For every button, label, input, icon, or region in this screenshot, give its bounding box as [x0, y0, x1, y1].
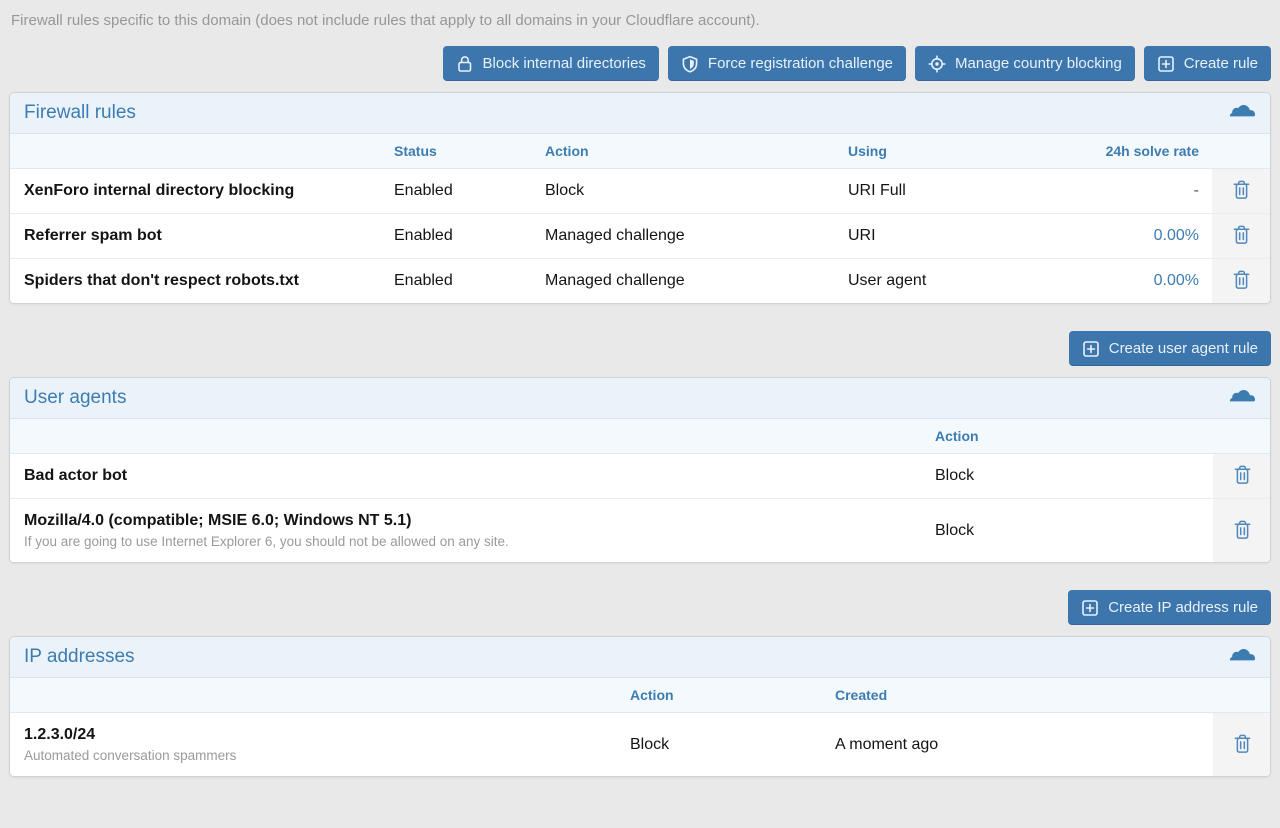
column-header-using: Using	[838, 134, 1038, 169]
plus-square-icon	[1082, 340, 1100, 358]
create-ip-address-rule-button[interactable]: Create IP address rule	[1068, 590, 1271, 625]
trash-icon	[1233, 733, 1252, 757]
delete-ip-address-button[interactable]	[1229, 729, 1256, 761]
cloudflare-cloud-icon	[1229, 388, 1256, 408]
firewall-rules-title: Firewall rules	[24, 102, 136, 124]
ip-addresses-panel: IP addresses Action Created 1.2.3.0/24 A…	[9, 636, 1271, 777]
lock-icon	[456, 55, 474, 73]
rule-action: Managed challenge	[535, 259, 838, 304]
user-agents-table: Action Bad actor bot Block Mozilla/4.0 (…	[10, 419, 1271, 562]
toolbar: Block internal directories Force registr…	[9, 46, 1271, 81]
force-registration-challenge-button[interactable]: Force registration challenge	[668, 46, 906, 81]
table-row: Referrer spam bot Enabled Managed challe…	[10, 214, 1271, 259]
shield-icon	[681, 55, 699, 73]
solve-rate-value: -	[1194, 182, 1199, 199]
rule-action: Block	[535, 169, 838, 214]
manage-country-blocking-label: Manage country blocking	[955, 55, 1122, 72]
table-row: Mozilla/4.0 (compatible; MSIE 6.0; Windo…	[10, 499, 1271, 563]
create-user-agent-rule-button[interactable]: Create user agent rule	[1069, 331, 1271, 366]
ip-address-created: A moment ago	[825, 713, 1213, 777]
table-row: Spiders that don't respect robots.txt En…	[10, 259, 1271, 304]
rule-name: Referrer spam bot	[24, 227, 162, 244]
user-agent-description: If you are going to use Internet Explore…	[24, 534, 925, 549]
user-agents-title: User agents	[24, 387, 126, 409]
ip-addresses-header: IP addresses	[10, 637, 1270, 678]
ip-addresses-table: Action Created 1.2.3.0/24 Automated conv…	[10, 678, 1271, 776]
firewall-rules-panel: Firewall rules Status Action Using 24h s…	[9, 92, 1271, 304]
user-agent-name: Mozilla/4.0 (compatible; MSIE 6.0; Windo…	[24, 512, 411, 529]
ip-addresses-column-header-row: Action Created	[10, 678, 1271, 713]
user-agent-action: Block	[925, 499, 1213, 563]
column-header-action: Action	[535, 134, 838, 169]
delete-rule-button[interactable]	[1228, 175, 1255, 207]
create-rule-button[interactable]: Create rule	[1144, 46, 1271, 81]
column-header-solve-rate: 24h solve rate	[1038, 134, 1212, 169]
solve-rate-link[interactable]: 0.00%	[1154, 272, 1199, 289]
ip-address-description: Automated conversation spammers	[24, 748, 620, 763]
page-description: Firewall rules specific to this domain (…	[11, 12, 1271, 29]
user-agent-action: Block	[925, 454, 1213, 499]
table-row: 1.2.3.0/24 Automated conversation spamme…	[10, 713, 1271, 777]
plus-square-icon	[1157, 55, 1175, 73]
rule-name: Spiders that don't respect robots.txt	[24, 272, 299, 289]
cloudflare-cloud-icon	[1229, 647, 1256, 667]
force-registration-challenge-label: Force registration challenge	[708, 55, 893, 72]
firewall-rules-header: Firewall rules	[10, 93, 1270, 134]
column-header-created: Created	[825, 678, 1213, 713]
rule-status: Enabled	[384, 169, 535, 214]
rule-action: Managed challenge	[535, 214, 838, 259]
delete-rule-button[interactable]	[1228, 265, 1255, 297]
trash-icon	[1232, 179, 1251, 203]
create-user-agent-rule-label: Create user agent rule	[1109, 340, 1258, 357]
table-row: Bad actor bot Block	[10, 454, 1271, 499]
ip-address-action: Block	[620, 713, 825, 777]
delete-user-agent-button[interactable]	[1229, 515, 1256, 547]
rule-status: Enabled	[384, 259, 535, 304]
ip-addresses-title: IP addresses	[24, 646, 135, 668]
manage-country-blocking-button[interactable]: Manage country blocking	[915, 46, 1135, 81]
ip-address-name: 1.2.3.0/24	[24, 726, 95, 743]
user-agents-header: User agents	[10, 378, 1270, 419]
delete-rule-button[interactable]	[1228, 220, 1255, 252]
firewall-rules-table: Status Action Using 24h solve rate XenFo…	[10, 134, 1271, 303]
trash-icon	[1233, 464, 1252, 488]
column-header-action: Action	[925, 419, 1213, 454]
block-internal-directories-button[interactable]: Block internal directories	[443, 46, 659, 81]
trash-icon	[1232, 269, 1251, 293]
crosshair-icon	[928, 55, 946, 73]
create-rule-label: Create rule	[1184, 55, 1258, 72]
user-agents-column-header-row: Action	[10, 419, 1271, 454]
solve-rate-link[interactable]: 0.00%	[1154, 227, 1199, 244]
user-agent-name: Bad actor bot	[24, 467, 127, 484]
rule-status: Enabled	[384, 214, 535, 259]
rule-using: URI Full	[838, 169, 1038, 214]
column-header-action: Action	[620, 678, 825, 713]
cloudflare-cloud-icon	[1229, 103, 1256, 123]
firewall-rules-column-header-row: Status Action Using 24h solve rate	[10, 134, 1271, 169]
rule-using: URI	[838, 214, 1038, 259]
block-internal-directories-label: Block internal directories	[483, 55, 646, 72]
column-header-status: Status	[384, 134, 535, 169]
user-agents-panel: User agents Action Bad actor bot Block M…	[9, 377, 1271, 563]
rule-name: XenForo internal directory blocking	[24, 182, 294, 199]
table-row: XenForo internal directory blocking Enab…	[10, 169, 1271, 214]
rule-using: User agent	[838, 259, 1038, 304]
trash-icon	[1232, 224, 1251, 248]
plus-square-icon	[1081, 599, 1099, 617]
delete-user-agent-button[interactable]	[1229, 460, 1256, 492]
trash-icon	[1233, 519, 1252, 543]
create-ip-address-rule-label: Create IP address rule	[1108, 599, 1258, 616]
